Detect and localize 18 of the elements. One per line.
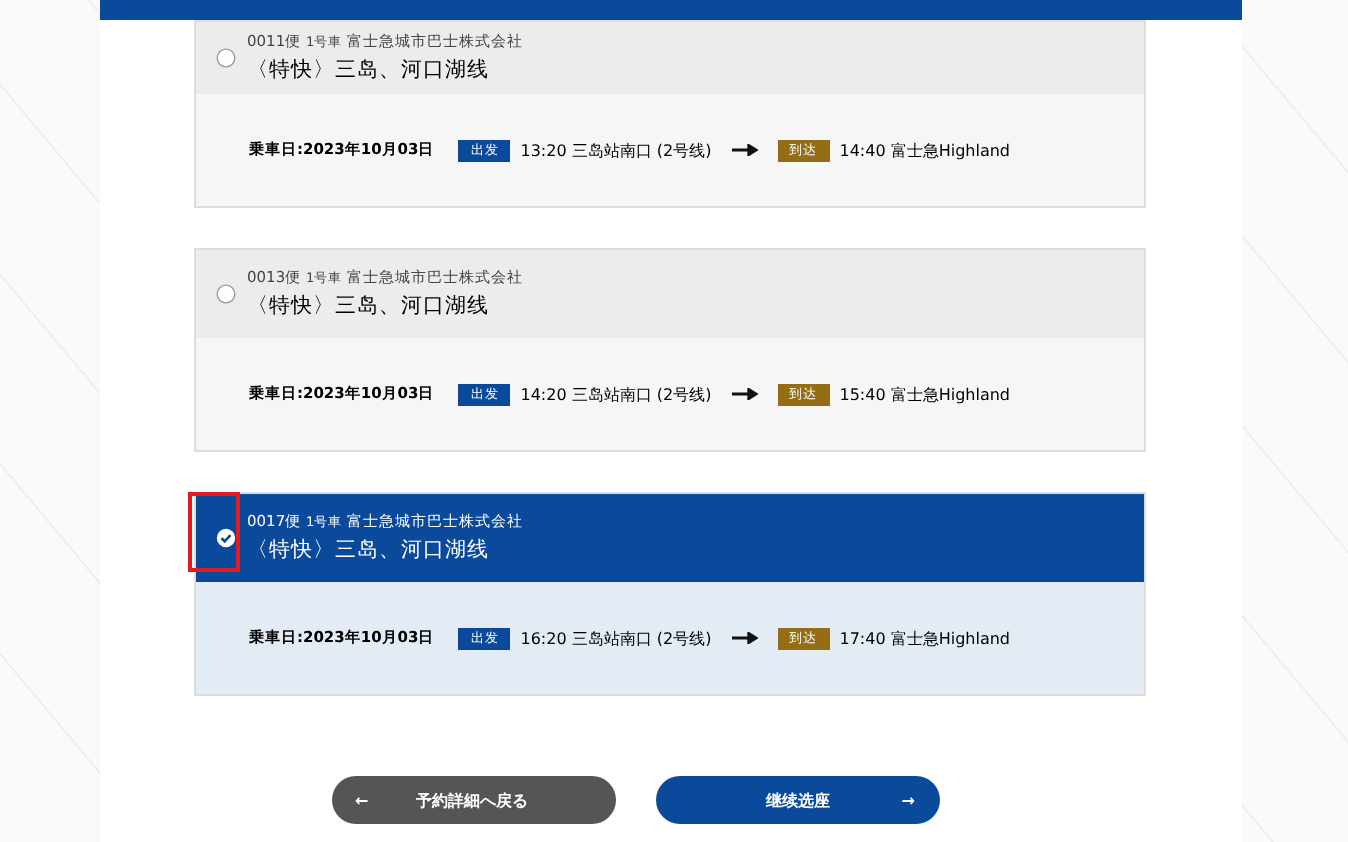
continue-button[interactable]: 继续选座 → bbox=[655, 776, 939, 824]
departure-info: 16:20 三岛站南口 (2号线) bbox=[520, 627, 712, 649]
arrow-right-icon bbox=[731, 632, 758, 644]
radio-icon[interactable] bbox=[215, 284, 235, 304]
route-name: 〈特快〉三岛、河口湖线 bbox=[247, 56, 491, 84]
route-name: 〈特快〉三岛、河口湖线 bbox=[247, 292, 491, 320]
radio-icon[interactable] bbox=[215, 48, 235, 68]
highlight-box bbox=[187, 492, 239, 572]
arrival-info: 15:40 富士急Highland bbox=[839, 383, 1010, 405]
route-name: 〈特快〉三岛、河口湖线 bbox=[247, 536, 491, 564]
departure-info: 13:20 三岛站南口 (2号线) bbox=[520, 139, 712, 161]
arrow-right-icon bbox=[731, 388, 758, 400]
arrival-info: 14:40 富士急Highland bbox=[839, 139, 1010, 161]
back-button[interactable]: ← 予約詳細へ戻る bbox=[331, 776, 615, 824]
arrival-info: 17:40 富士急Highland bbox=[839, 627, 1010, 649]
arrow-right-icon bbox=[731, 144, 758, 156]
checked-radio-icon[interactable] bbox=[215, 528, 235, 548]
departure-info: 14:20 三岛站南口 (2号线) bbox=[520, 383, 712, 405]
